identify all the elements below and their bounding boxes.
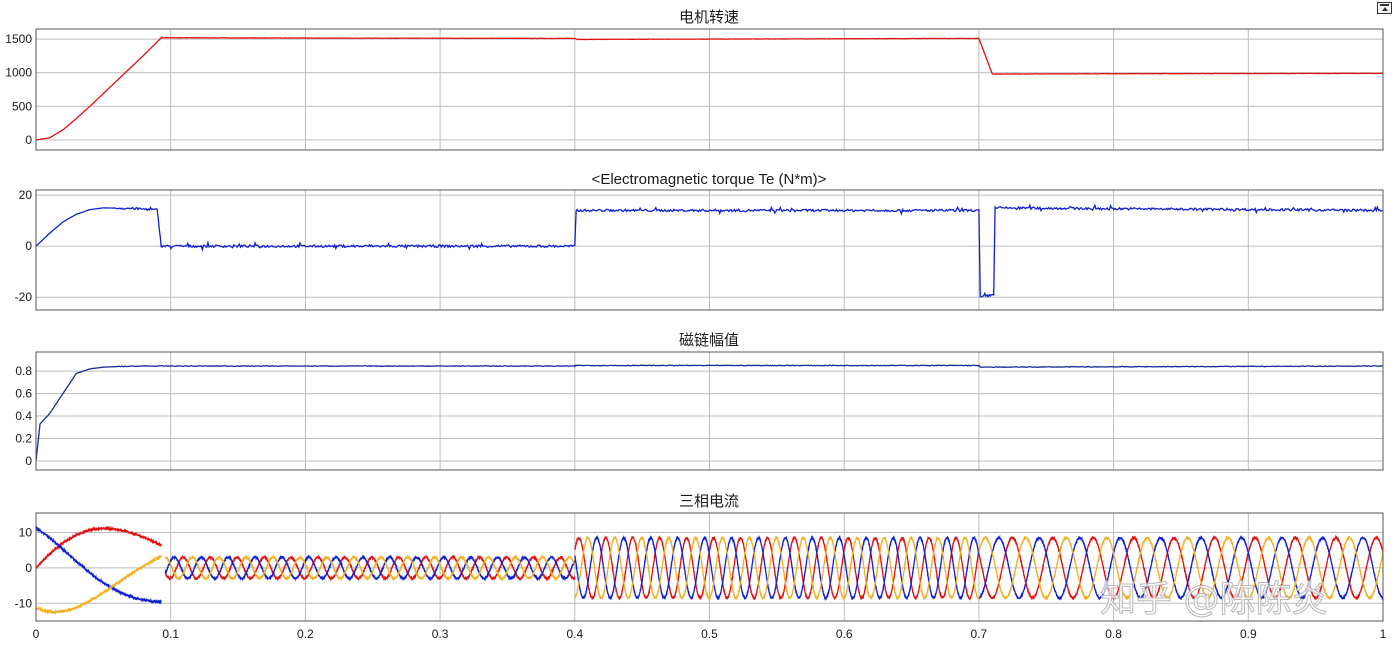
watermark: 知乎 @陈陈炎	[1100, 579, 1327, 620]
current-plot-title: 三相电流	[679, 493, 739, 510]
flux-plot: 0 0.2 0.4 0.6 0.8	[15, 351, 1384, 471]
speed-plot: 0 500 1000 1500	[5, 28, 1384, 151]
current-x-tick-label: 0.8	[1105, 627, 1122, 641]
current-x-tick-label: 0.3	[432, 627, 449, 641]
flux-plot-title: 磁链幅值	[679, 332, 739, 349]
torque-plot-title: <Electromagnetic torque Te (N*m)>	[592, 171, 827, 188]
current-x-tick-label: 0.6	[836, 627, 853, 641]
current-x-tick-label: 0.4	[566, 627, 583, 641]
flux-y-tick-label: 0.2	[15, 432, 32, 446]
scope-figure: 电机转速 <Electromagnetic torque Te (N*m)> 磁…	[5, 9, 1387, 641]
current-plot: -10 0 10 0 0.1 0.2 0.3 0.4 0.5 0.6 0.7 0.8 0.9 1	[15, 512, 1387, 641]
speed-y-tick-label: 0	[25, 133, 32, 147]
current-y-tick-label: 0	[25, 561, 32, 575]
current-x-tick-label: 0.1	[162, 627, 179, 641]
speed-y-tick-label: 1000	[5, 66, 32, 80]
speed-y-tick-label: 500	[12, 99, 32, 113]
torque-y-tick-label: 0	[25, 239, 32, 253]
flux-y-tick-label: 0.6	[15, 387, 32, 401]
current-x-tick-label: 0.2	[297, 627, 314, 641]
current-x-tick-label: 0.7	[971, 627, 988, 641]
torque-y-tick-label: 20	[19, 188, 33, 202]
current-x-tick-label: 0.5	[701, 627, 718, 641]
current-x-tick-label: 0	[33, 627, 40, 641]
current-x-tick-label: 0.9	[1240, 627, 1257, 641]
torque-plot: -20 0 20	[15, 188, 1384, 311]
current-x-tick-label: 1	[1380, 627, 1387, 641]
flux-y-tick-label: 0.8	[15, 364, 32, 378]
flux-y-tick-label: 0	[25, 454, 32, 468]
speed-y-tick-label: 1500	[5, 32, 32, 46]
flux-y-tick-label: 0.4	[15, 409, 32, 423]
current-y-tick-label: 10	[19, 525, 33, 539]
current-y-tick-label: -10	[15, 596, 33, 610]
torque-y-tick-label: -20	[15, 290, 33, 304]
speed-plot-title: 电机转速	[679, 9, 739, 26]
